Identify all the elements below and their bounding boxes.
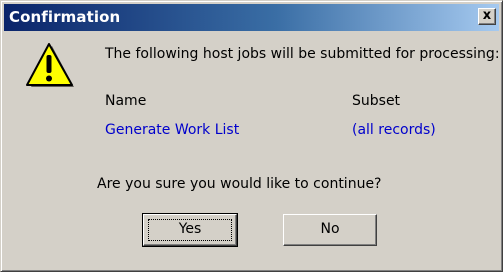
no-button-label: No — [320, 221, 340, 237]
job-subset-cell: (all records) — [352, 122, 436, 138]
dialog-title: Confirmation — [9, 8, 121, 26]
close-button[interactable]: x — [478, 8, 496, 25]
job-name-cell: Generate Work List — [105, 122, 240, 138]
yes-button-label: Yes — [178, 221, 202, 237]
question-text: Are you sure you would like to continue? — [97, 176, 382, 192]
column-header-subset: Subset — [352, 93, 401, 109]
confirmation-dialog: Confirmation x The following host jobs w… — [0, 0, 503, 272]
warning-icon — [26, 43, 74, 87]
close-icon: x — [482, 8, 492, 23]
column-header-name: Name — [105, 93, 147, 109]
no-button[interactable]: No — [283, 214, 377, 246]
title-bar[interactable]: Confirmation x — [4, 4, 499, 31]
message-text: The following host jobs will be submitte… — [105, 46, 500, 62]
yes-button[interactable]: Yes — [142, 213, 238, 247]
